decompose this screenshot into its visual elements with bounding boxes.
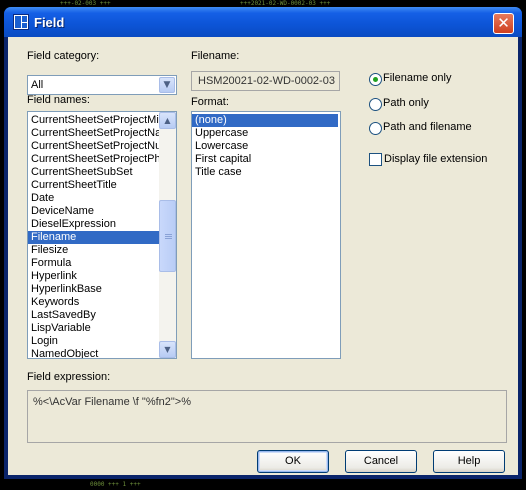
- cancel-button[interactable]: Cancel: [345, 450, 417, 473]
- field-name-item[interactable]: CurrentSheetTitle: [28, 179, 159, 192]
- field-dialog: Field ✕ Field category: All ▼ Field name…: [4, 7, 522, 479]
- filename-value: HSM20021-02-WD-0002-03: [198, 75, 335, 87]
- arrow-up-icon[interactable]: ▲: [159, 112, 176, 129]
- format-item[interactable]: Lowercase: [192, 140, 338, 153]
- radio-button[interactable]: [369, 122, 382, 135]
- radio-label[interactable]: Path and filename: [383, 121, 472, 133]
- field-name-item[interactable]: CurrentSheetSetProjectNu: [28, 140, 159, 153]
- radio-label[interactable]: Path only: [383, 97, 429, 109]
- field-category-select[interactable]: All ▼: [27, 75, 177, 95]
- field-category-value: All: [31, 79, 44, 91]
- field-name-item[interactable]: DieselExpression: [28, 218, 159, 231]
- field-name-item[interactable]: LispVariable: [28, 322, 159, 335]
- field-app-icon: [13, 14, 29, 30]
- filename-label: Filename:: [191, 50, 240, 62]
- chevron-down-icon[interactable]: ▼: [159, 77, 175, 93]
- title-bar[interactable]: Field ✕: [4, 7, 522, 37]
- field-names-list[interactable]: CurrentSheetSetProjectMil CurrentSheetSet…: [27, 111, 177, 359]
- field-name-item[interactable]: CurrentSheetSetProjectNa: [28, 127, 159, 140]
- radio-label[interactable]: Filename only: [383, 72, 451, 84]
- field-name-item[interactable]: HyperlinkBase: [28, 283, 159, 296]
- field-name-item[interactable]: CurrentSheetSubSet: [28, 166, 159, 179]
- format-item[interactable]: Title case: [192, 166, 338, 179]
- field-name-item[interactable]: Login: [28, 335, 159, 348]
- field-names-label: Field names:: [27, 94, 90, 106]
- radio-button[interactable]: [369, 73, 382, 86]
- field-name-item[interactable]: Hyperlink: [28, 270, 159, 283]
- ok-button[interactable]: OK: [257, 450, 329, 473]
- field-name-item[interactable]: NamedObject: [28, 348, 159, 358]
- format-item[interactable]: First capital: [192, 153, 338, 166]
- field-expression-value: %<\AcVar Filename \f "%fn2">%: [33, 396, 192, 408]
- field-category-label: Field category:: [27, 50, 100, 62]
- format-label: Format:: [191, 96, 229, 108]
- background-cad-text: +++2021-02-WD-0002-03 +++: [240, 0, 331, 7]
- arrow-down-icon[interactable]: ▼: [159, 341, 176, 358]
- field-name-item[interactable]: Keywords: [28, 296, 159, 309]
- field-name-item[interactable]: CurrentSheetSetProjectPh: [28, 153, 159, 166]
- radio-button[interactable]: [369, 98, 382, 111]
- background-cad-text: +++-02-003 +++: [60, 0, 111, 7]
- field-name-item[interactable]: DeviceName: [28, 205, 159, 218]
- field-name-item[interactable]: CurrentSheetSetProjectMil: [28, 114, 159, 127]
- filename-field: HSM20021-02-WD-0002-03: [191, 71, 340, 91]
- field-names-scrollbar[interactable]: ▲ ▼: [159, 112, 176, 358]
- close-icon: ✕: [497, 14, 510, 32]
- field-name-item[interactable]: Formula: [28, 257, 159, 270]
- format-item[interactable]: (none): [192, 114, 338, 127]
- close-button[interactable]: ✕: [493, 13, 514, 34]
- scroll-thumb[interactable]: [159, 200, 176, 272]
- dialog-body: Field category: All ▼ Field names: Curre…: [8, 37, 518, 475]
- help-button[interactable]: Help: [433, 450, 505, 473]
- field-name-item[interactable]: Date: [28, 192, 159, 205]
- format-list[interactable]: (none) Uppercase Lowercase First capital Tit…: [191, 111, 341, 359]
- dialog-title: Field: [34, 15, 65, 30]
- field-name-item[interactable]: Filename: [28, 231, 159, 244]
- field-name-item[interactable]: Filesize: [28, 244, 159, 257]
- field-expression-label: Field expression:: [27, 371, 111, 383]
- background-cad-text: 0000 +++ 1 +++: [90, 481, 141, 488]
- field-expression-box: %<\AcVar Filename \f "%fn2">%: [27, 390, 507, 443]
- field-name-item[interactable]: LastSavedBy: [28, 309, 159, 322]
- display-extension-label[interactable]: Display file extension: [384, 153, 487, 165]
- format-item[interactable]: Uppercase: [192, 127, 338, 140]
- display-extension-checkbox[interactable]: [369, 153, 382, 166]
